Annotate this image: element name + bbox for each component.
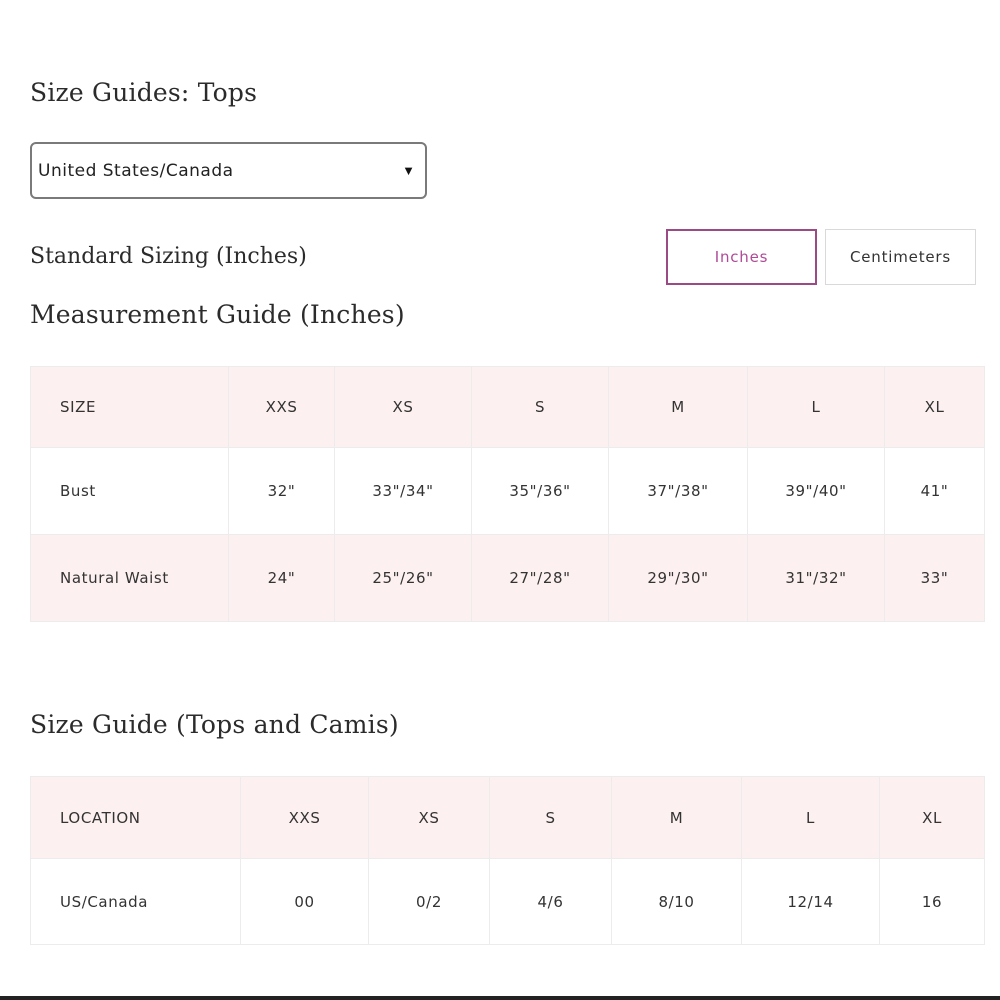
table-header-row: SIZE XXS XS S M L XL <box>30 366 985 448</box>
size-guide-title: Size Guide (Tops and Camis) <box>30 710 399 739</box>
column-header: L <box>741 776 880 859</box>
unit-toggle: Inches Centimeters <box>666 229 976 285</box>
table-cell: 32" <box>228 447 335 535</box>
row-label: US/Canada <box>30 858 241 945</box>
column-header: LOCATION <box>30 776 241 859</box>
column-header: M <box>608 366 748 448</box>
column-header: SIZE <box>30 366 229 448</box>
table-cell: 8/10 <box>611 858 742 945</box>
table-cell: 0/2 <box>368 858 490 945</box>
column-header: XL <box>884 366 985 448</box>
table-cell: 29"/30" <box>608 534 748 622</box>
table-cell: 27"/28" <box>471 534 609 622</box>
table-cell: 33" <box>884 534 985 622</box>
column-header: M <box>611 776 742 859</box>
column-header: XXS <box>228 366 335 448</box>
table-cell: 39"/40" <box>747 447 885 535</box>
size-guide-page: Size Guides: Tops United States/Canada ▼… <box>0 0 1000 1000</box>
table-cell: 16 <box>879 858 985 945</box>
bottom-divider <box>0 996 1000 1000</box>
column-header: L <box>747 366 885 448</box>
row-label: Natural Waist <box>30 534 229 622</box>
page-title: Size Guides: Tops <box>30 78 258 107</box>
size-guide-table: LOCATION XXS XS S M L XL US/Canada 00 0/… <box>30 776 985 945</box>
table-row: Bust 32" 33"/34" 35"/36" 37"/38" 39"/40"… <box>30 447 985 535</box>
region-select-value: United States/Canada <box>38 160 234 181</box>
table-cell: 12/14 <box>741 858 880 945</box>
inches-button[interactable]: Inches <box>666 229 817 285</box>
chevron-down-icon: ▼ <box>402 163 415 178</box>
table-cell: 37"/38" <box>608 447 748 535</box>
table-header-row: LOCATION XXS XS S M L XL <box>30 776 985 859</box>
row-label: Bust <box>30 447 229 535</box>
standard-sizing-label: Standard Sizing (Inches) <box>30 244 307 269</box>
centimeters-button[interactable]: Centimeters <box>825 229 976 285</box>
table-cell: 35"/36" <box>471 447 609 535</box>
column-header: XL <box>879 776 985 859</box>
table-row: Natural Waist 24" 25"/26" 27"/28" 29"/30… <box>30 534 985 622</box>
region-select[interactable]: United States/Canada ▼ <box>30 142 427 199</box>
table-cell: 00 <box>240 858 369 945</box>
table-cell: 25"/26" <box>334 534 472 622</box>
column-header: XXS <box>240 776 369 859</box>
measurement-guide-title: Measurement Guide (Inches) <box>30 300 405 329</box>
table-cell: 24" <box>228 534 335 622</box>
table-cell: 41" <box>884 447 985 535</box>
table-cell: 4/6 <box>489 858 612 945</box>
column-header: S <box>471 366 609 448</box>
column-header: XS <box>334 366 472 448</box>
column-header: S <box>489 776 612 859</box>
table-cell: 31"/32" <box>747 534 885 622</box>
column-header: XS <box>368 776 490 859</box>
measurement-guide-table: SIZE XXS XS S M L XL Bust 32" 33"/34" 35… <box>30 366 985 622</box>
table-row: US/Canada 00 0/2 4/6 8/10 12/14 16 <box>30 858 985 945</box>
table-cell: 33"/34" <box>334 447 472 535</box>
